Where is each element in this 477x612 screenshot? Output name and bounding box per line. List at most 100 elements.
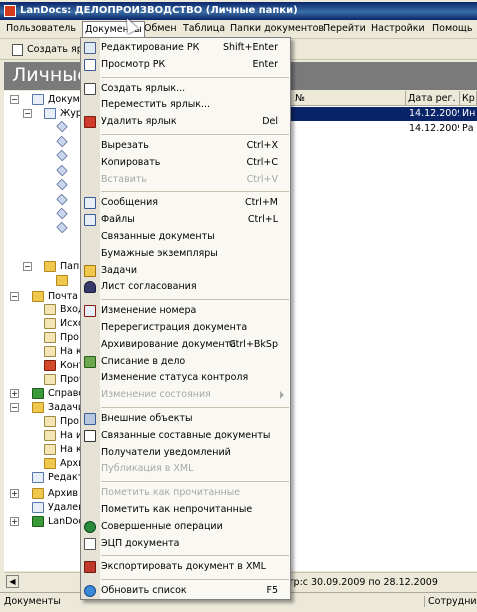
tree-node[interactable]: Исхо — [8, 317, 84, 331]
tree-node[interactable]: Редакти — [8, 471, 84, 485]
menu-help[interactable]: Помощь — [432, 23, 472, 34]
expand-icon[interactable]: + — [10, 389, 19, 398]
tree-node[interactable]: Про — [8, 415, 84, 429]
menu-item-20[interactable]: Архивирование документа Ctrl+BkSp — [81, 337, 290, 353]
menu-item-28: Публикация в XML — [81, 461, 290, 477]
tree-node[interactable]: − Почта — [8, 290, 84, 304]
menu-user[interactable]: Пользователь — [6, 23, 76, 34]
tree-node[interactable] — [8, 207, 84, 221]
tree-node-label: На и — [60, 430, 83, 441]
menu-item-22[interactable]: Изменение статуса контроля — [81, 370, 290, 386]
menu-item-label: Пометить как прочитанные — [101, 487, 241, 499]
menu-item-19[interactable]: Перерегистрация документа — [81, 320, 290, 336]
menu-settings[interactable]: Настройки — [371, 23, 425, 34]
menu-item-5[interactable]: Удалить ярлык Del — [81, 114, 290, 130]
menu-item-37[interactable]: Обновить список F5 — [81, 583, 290, 599]
expand-icon[interactable]: + — [10, 517, 19, 526]
tree-node[interactable]: + Архив — [8, 487, 84, 501]
tree-node[interactable]: Архи — [8, 457, 84, 471]
menu-item-27[interactable]: Получатели уведомлений — [81, 445, 290, 461]
menu-item-label: Просмотр РК — [101, 58, 166, 70]
menu-item-0[interactable]: Редактирование РК Shift+Enter — [81, 40, 290, 56]
tree-node[interactable] — [8, 178, 84, 192]
tree-node[interactable]: − Задачи — [8, 401, 84, 415]
menu-separator — [101, 134, 289, 135]
tree-node[interactable] — [8, 221, 84, 235]
tree-node-label: Редакти — [48, 472, 84, 483]
tree-node[interactable]: Вход — [8, 303, 84, 317]
menu-separator — [101, 191, 289, 193]
tree-node[interactable]: На к — [8, 443, 84, 457]
collapse-icon[interactable]: − — [10, 403, 19, 412]
folder-icon — [44, 261, 56, 272]
document-icon — [32, 472, 44, 483]
tree-node[interactable] — [8, 135, 84, 149]
menu-item-shortcut: Ctrl+L — [247, 214, 278, 226]
menu-item-31[interactable]: Пометить как непрочитанные — [81, 502, 290, 518]
tree-node[interactable]: − Докумен — [8, 93, 84, 107]
menu-item-1[interactable]: Просмотр РК Enter — [81, 57, 290, 73]
collapse-icon[interactable]: − — [10, 292, 19, 301]
tree-node[interactable]: Удален — [8, 501, 84, 515]
menu-item-label: Перерегистрация документа — [101, 322, 248, 333]
period-filter-text: тр:с 30.09.2009 по 28.12.2009 — [288, 577, 438, 588]
menu-item-label: Бумажные экземпляры — [101, 247, 218, 259]
menu-item-14[interactable]: Бумажные экземпляры — [81, 246, 290, 262]
menu-item-32[interactable]: Совершенные операции — [81, 519, 290, 535]
menu-separator — [101, 76, 289, 78]
title-bar: LanDocs: ДЕЛОПРОИЗВОДСТВО (Личные папки) — [0, 2, 477, 20]
menu-item-18[interactable]: Изменение номера — [81, 303, 290, 319]
menu-item-35[interactable]: Экспортировать документ в XML — [81, 559, 290, 575]
tree-node[interactable]: Про — [8, 331, 84, 345]
menu-go[interactable]: Перейти — [323, 23, 366, 34]
tree-node[interactable] — [8, 193, 84, 207]
menu-item-3[interactable]: Создать ярлык... — [81, 81, 290, 97]
tree-node[interactable]: − Папі — [8, 260, 84, 274]
ops-icon — [84, 520, 96, 533]
menu-document-folders[interactable]: Папки документов — [230, 23, 324, 34]
menu-item-8[interactable]: Копировать Ctrl+C — [81, 155, 290, 171]
menu-item-label: Удалить ярлык — [101, 116, 177, 128]
menu-item-25[interactable]: Внешние объекты — [81, 411, 290, 427]
tree-node-label: LanDocs — [48, 516, 84, 527]
column-reg-date[interactable]: Дата рег. — [406, 91, 460, 106]
expand-icon[interactable]: + — [10, 489, 19, 498]
tree-node[interactable] — [8, 149, 84, 163]
scroll-left-icon[interactable]: ◀ — [6, 575, 19, 588]
create-shortcut-button[interactable]: Создать яр — [27, 44, 83, 55]
column-summary[interactable]: Кр — [460, 91, 477, 106]
menu-table[interactable]: Таблица — [183, 23, 225, 34]
tree-node[interactable]: Проч — [8, 373, 84, 387]
menu-item-26[interactable]: Связанные составные документы — [81, 428, 290, 444]
menu-item-label: Пометить как непрочитанные — [101, 504, 253, 515]
tree-node[interactable]: Конт — [8, 359, 84, 373]
folder-icon — [44, 458, 56, 469]
menu-item-label: Лист согласования — [101, 281, 197, 293]
menu-exchange[interactable]: Обмен — [144, 23, 177, 34]
collapse-icon[interactable]: − — [23, 262, 32, 271]
menu-item-15[interactable]: Задачи — [81, 263, 290, 279]
envelope-icon — [44, 346, 56, 357]
menu-item-33[interactable]: ЭЦП документа — [81, 536, 290, 552]
menu-item-13[interactable]: Связанные документы — [81, 229, 290, 245]
menu-item-shortcut: Enter — [252, 58, 279, 70]
menu-item-12[interactable]: Файлы Ctrl+L — [81, 212, 290, 228]
collapse-icon[interactable]: − — [10, 95, 19, 104]
collapse-icon[interactable]: − — [23, 109, 32, 118]
tree-node-label: На к — [60, 346, 82, 357]
tree-node[interactable]: На к — [8, 345, 84, 359]
menu-item-21[interactable]: Списание в дело — [81, 354, 290, 370]
tree-node-label: Про — [60, 332, 79, 343]
menu-item-4[interactable]: Переместить ярлык... — [81, 97, 290, 113]
tree-node[interactable]: + Справоч — [8, 387, 84, 401]
tree-node[interactable] — [8, 164, 84, 178]
menu-item-11[interactable]: Сообщения Ctrl+M — [81, 195, 290, 211]
tree-node[interactable]: + LanDocs — [8, 515, 84, 529]
menu-item-16[interactable]: Лист согласования — [81, 279, 290, 295]
documents-menu: Редактирование РК Shift+Enter Просмотр РК E… — [80, 37, 291, 600]
menu-item-7[interactable]: Вырезать Ctrl+X — [81, 138, 290, 154]
tree-node[interactable]: − Жур — [8, 107, 84, 121]
tree-node[interactable]: На и — [8, 429, 84, 443]
tree-node[interactable] — [8, 120, 84, 134]
tree-node[interactable] — [8, 274, 84, 288]
